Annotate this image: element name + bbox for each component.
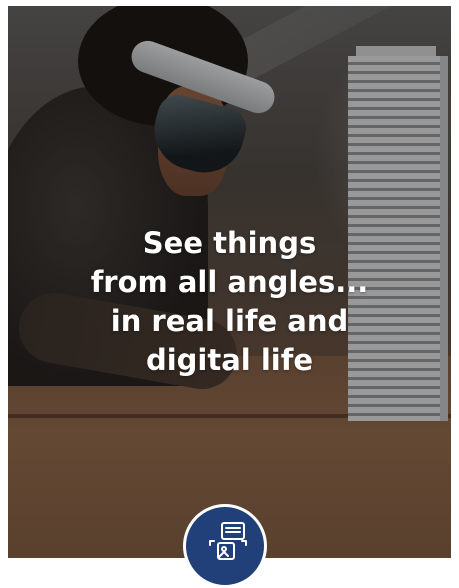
hero-headline: See things from all angles... in real li… — [8, 224, 451, 380]
headline-line-4: digital life — [145, 343, 314, 377]
devices-badge — [183, 504, 267, 588]
hero-card: See things from all angles... in real li… — [8, 6, 451, 558]
headline-line-2: from all angles... — [90, 265, 369, 299]
devices-share-icon — [209, 522, 247, 560]
headline-line-1: See things — [142, 226, 317, 260]
headline-line-3: in real life and — [110, 304, 349, 338]
